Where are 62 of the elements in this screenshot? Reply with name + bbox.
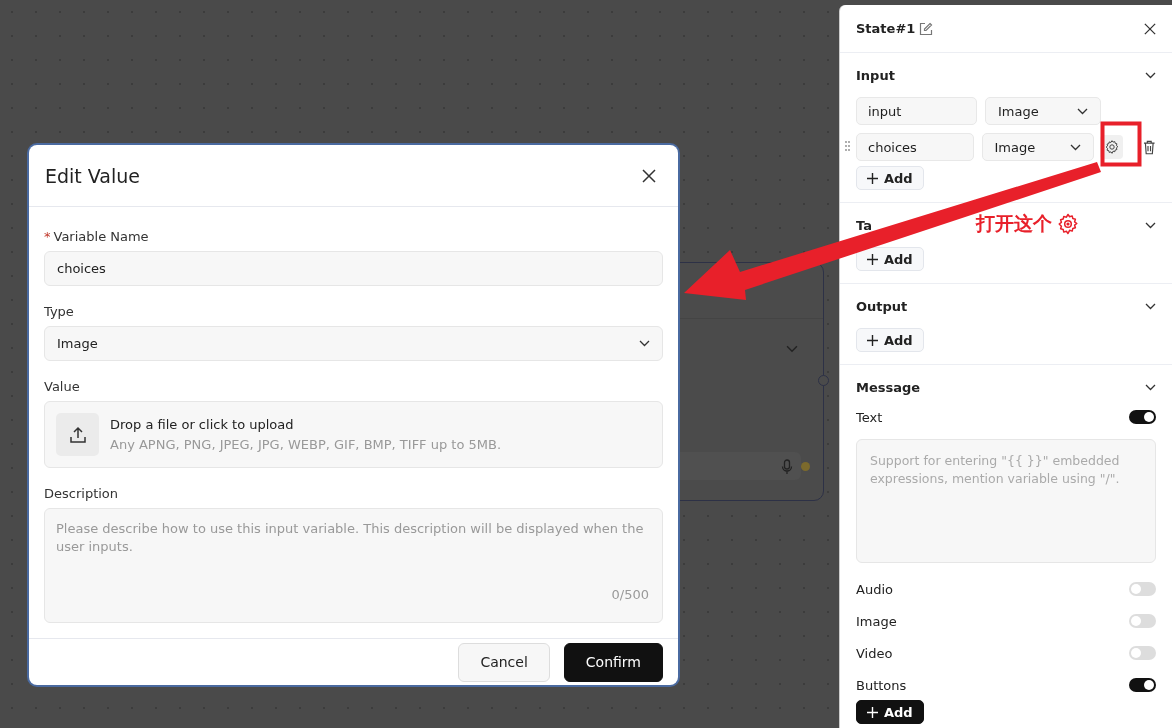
character-count: 0/500 [611,587,649,602]
cancel-button[interactable]: Cancel [458,642,550,682]
panel-title: State#1 [856,21,916,36]
toggle-switch[interactable] [1129,614,1156,628]
section-title: Ta [856,217,872,233]
close-icon[interactable] [1144,22,1156,35]
trash-icon[interactable] [1143,139,1156,155]
toggle-switch[interactable] [1129,582,1156,596]
name-field[interactable]: choices [856,133,974,161]
chevron-icon [1077,107,1088,115]
toggle-label: Text [856,409,883,425]
upload-hint: Any APNG, PNG, JPEG, JPG, WEBP, GIF, BMP, TIFF up to 5MB. [110,437,502,452]
add-button[interactable]: Add [856,700,924,724]
microphone-icon [781,459,793,475]
field-label: Value [44,379,80,394]
edit-icon[interactable] [919,21,934,36]
add-button[interactable]: Add [856,328,924,352]
section-title: Message [856,379,921,395]
close-icon[interactable] [642,168,656,183]
settings-icon [1103,139,1120,155]
annotation-text: 打开这个 [976,211,1052,236]
add-button[interactable]: Add [856,247,924,271]
toggle-label: Image [856,613,897,629]
toggle-switch[interactable] [1129,678,1156,692]
plus-icon [867,334,878,346]
drag-handle-icon [845,141,850,151]
field-label: Type [44,304,74,319]
section-title: Output [856,298,908,314]
toggle-switch[interactable] [1129,410,1156,424]
upload-area[interactable]: Drop a file or click to upload Any APNG, PNG, JPEG, JPG, WEBP, GIF, BMP, TIFF up to 5MB. [44,401,663,468]
chevron-icon[interactable] [1145,221,1156,229]
plus-icon [867,253,878,265]
plus-icon [867,172,878,184]
add-button[interactable]: Add [856,166,924,190]
highlight-box [1100,121,1142,167]
confirm-button[interactable]: Confirm [563,642,663,682]
type-select[interactable]: Image [981,133,1095,161]
plus-icon [867,706,878,718]
status-dot [801,462,810,471]
required-mark: * [44,229,51,244]
gear-icon [1056,212,1080,236]
toggle-label: Video [856,645,893,661]
chevron-icon [639,340,650,347]
chevron-icon[interactable] [1145,302,1156,310]
upload-icon [68,425,87,444]
name-field[interactable]: input [856,97,977,125]
field-label: Description [44,486,119,501]
type-select[interactable]: Image [44,326,663,361]
chevron-icon[interactable] [1145,71,1156,79]
dialog-title: Edit Value [45,164,140,187]
chevron-icon [1070,143,1082,151]
placeholder-text: Please describe how to use this input variable. This description will be displayed when the user inputs. [56,520,645,556]
chevron-icon[interactable] [1145,383,1156,391]
variable-name-field[interactable]: choices [44,251,663,286]
toggle-switch[interactable] [1129,646,1156,660]
chevron-icon [786,345,798,353]
field-label: Variable Name [53,229,149,244]
toggle-label: Audio [856,581,893,597]
type-select[interactable]: Image [985,97,1101,125]
upload-title: Drop a file or click to upload [110,417,295,432]
toggle-label: Buttons [856,677,907,693]
section-title: Input [856,67,895,83]
